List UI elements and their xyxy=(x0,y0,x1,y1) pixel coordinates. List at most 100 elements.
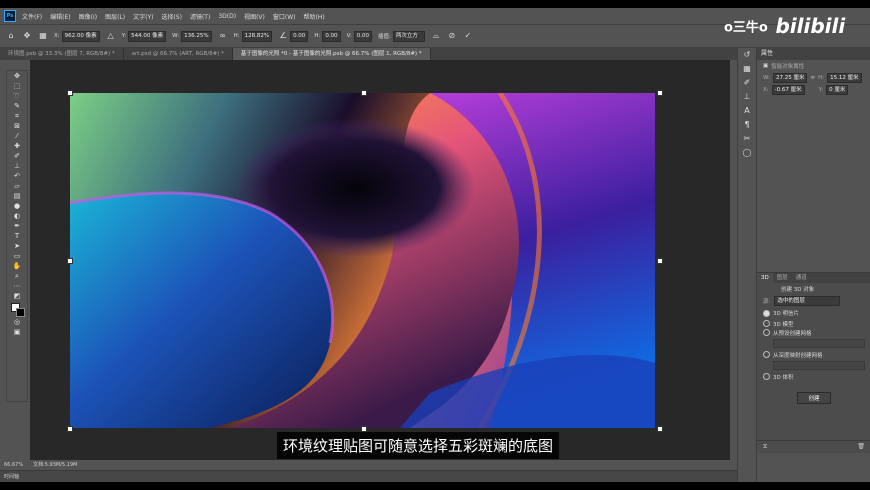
tab-channels[interactable]: 通道 xyxy=(792,273,811,283)
transform-handle-mr[interactable] xyxy=(657,258,663,264)
menu-select[interactable]: 选择(S) xyxy=(161,12,182,21)
tab-art[interactable]: art.psd @ 66.7% (ART, RGB/8#) * xyxy=(124,48,233,60)
screen-mode-icon[interactable]: ▣ xyxy=(7,327,27,337)
hand-icon[interactable]: ✋ xyxy=(7,261,27,271)
brush-icon[interactable]: ✐ xyxy=(7,151,27,161)
option-depth-map[interactable]: 从深度映射创建网格 xyxy=(757,350,870,359)
commit-transform-icon[interactable]: ✓ xyxy=(463,31,473,41)
healing-icon[interactable]: ✚ xyxy=(7,141,27,151)
clone-source-icon[interactable]: ⊥ xyxy=(738,90,756,104)
prop-x-field[interactable]: -0.67 厘米 xyxy=(771,85,805,95)
source-select[interactable]: 选中的图层 xyxy=(774,296,841,306)
transform-handle-br[interactable] xyxy=(657,426,663,432)
mesh-preset-field[interactable] xyxy=(773,339,865,348)
menu-file[interactable]: 文件(F) xyxy=(22,12,42,21)
paragraph-icon[interactable]: ¶ xyxy=(738,118,756,132)
transform-handle-tm[interactable] xyxy=(361,90,367,96)
crop-icon[interactable]: ⌗ xyxy=(7,111,27,121)
hskew-field[interactable]: 0.00 xyxy=(322,30,341,42)
history-icon[interactable]: ↺ xyxy=(738,48,756,62)
menu-3d[interactable]: 3D(D) xyxy=(218,13,236,20)
eraser-icon[interactable]: ▱ xyxy=(7,181,27,191)
radio-postcard-icon[interactable] xyxy=(763,309,770,317)
tab-layers[interactable]: 图层 xyxy=(773,273,792,283)
home-icon[interactable]: ⌂ xyxy=(6,31,16,41)
lasso-icon[interactable]: ➰ xyxy=(7,91,27,101)
link-icon[interactable]: ∞ xyxy=(218,31,228,41)
pen-icon[interactable]: ✒ xyxy=(7,221,27,231)
quick-select-icon[interactable]: ✎ xyxy=(7,101,27,111)
reference-point-icon[interactable]: ▦ xyxy=(38,31,48,41)
quick-mask-icon[interactable]: ◎ xyxy=(7,317,27,327)
eyedropper-icon[interactable]: ⁄ xyxy=(7,131,27,141)
width-field[interactable]: 136.25% xyxy=(181,30,212,42)
zoom-level[interactable]: 66.67% xyxy=(4,460,23,470)
delta-icon[interactable]: △ xyxy=(106,31,116,41)
stamp-icon[interactable]: ⊥ xyxy=(7,161,27,171)
radio-volume-icon[interactable] xyxy=(763,373,770,380)
dodge-icon[interactable]: ◐ xyxy=(7,211,27,221)
3d-material-icon[interactable]: ◯ xyxy=(738,146,756,160)
delete-icon[interactable]: 🗑 xyxy=(857,441,865,453)
menu-help[interactable]: 帮助(H) xyxy=(304,12,325,21)
brush-settings-icon[interactable]: ✐ xyxy=(738,76,756,90)
create-button[interactable]: 创建 xyxy=(797,392,831,404)
filter-icon[interactable]: ⧖ xyxy=(763,443,767,450)
swatches-icon[interactable]: ▦ xyxy=(738,62,756,76)
zoom-icon[interactable]: ⌕ xyxy=(7,271,27,281)
prop-width-field[interactable]: 27.25 厘米 xyxy=(772,73,808,83)
option-model[interactable]: 3D 模型 xyxy=(757,319,870,328)
move-tool-icon[interactable]: ✥ xyxy=(22,31,32,41)
photoshop-logo-icon[interactable]: Ps xyxy=(4,10,16,22)
tab-image-based-lighting[interactable]: 基于图像的光照 *0 - 基于图像的光照.psb @ 66.7% (图层 1, … xyxy=(232,48,431,60)
x-field[interactable]: 962.00 像素 xyxy=(61,30,100,42)
prop-height-field[interactable]: 15.12 厘米 xyxy=(827,73,862,83)
marquee-icon[interactable]: ⬚ xyxy=(7,81,27,91)
vskew-field[interactable]: 0.00 xyxy=(353,30,372,42)
menu-edit[interactable]: 编辑(E) xyxy=(50,12,70,21)
tab-environment[interactable]: 环境图.psb @ 33.3% (图层 7, RGB/8#) * xyxy=(0,48,124,60)
transform-handle-bl[interactable] xyxy=(67,426,73,432)
option-postcard[interactable]: 3D 明信片 xyxy=(757,307,870,319)
path-select-icon[interactable]: ➤ xyxy=(7,241,27,251)
radio-model-icon[interactable] xyxy=(763,320,770,327)
height-field[interactable]: 128.82% xyxy=(241,30,273,42)
tab-3d[interactable]: 3D xyxy=(757,273,773,283)
character-icon[interactable]: A xyxy=(738,104,756,118)
radio-mesh-preset-icon[interactable] xyxy=(763,329,770,336)
menu-filter[interactable]: 滤镜(T) xyxy=(190,12,210,21)
more-tools-icon[interactable]: ⋯ xyxy=(7,281,27,291)
color-swatch-icon[interactable] xyxy=(7,301,27,317)
canvas-workspace[interactable] xyxy=(30,60,730,464)
properties-tab[interactable]: 属性 xyxy=(757,48,870,60)
menu-layer[interactable]: 图层(L) xyxy=(105,12,125,21)
warp-icon[interactable]: ⌓ xyxy=(431,31,441,41)
transform-handle-tr[interactable] xyxy=(657,90,663,96)
timeline-label[interactable]: 时间轴 xyxy=(4,474,19,480)
option-mesh-preset[interactable]: 从预设创建网格 xyxy=(757,328,870,337)
tools-settings-icon[interactable]: ✂ xyxy=(738,132,756,146)
prop-y-field[interactable]: 0 厘米 xyxy=(826,85,849,95)
radio-depth-map-icon[interactable] xyxy=(763,351,770,358)
type-icon[interactable]: T xyxy=(7,231,27,241)
interpolation-select[interactable]: 两次立方 xyxy=(392,30,425,42)
y-field[interactable]: 544.00 像素 xyxy=(128,30,167,42)
menu-type[interactable]: 文字(Y) xyxy=(133,12,153,21)
history-brush-icon[interactable]: ↶ xyxy=(7,171,27,181)
angle-field[interactable]: 0.00 xyxy=(290,30,309,42)
transform-handle-ml[interactable] xyxy=(67,258,73,264)
menu-window[interactable]: 窗口(W) xyxy=(273,12,296,21)
blur-icon[interactable]: ● xyxy=(7,201,27,211)
cancel-transform-icon[interactable]: ⊘ xyxy=(447,31,457,41)
gradient-icon[interactable]: ▤ xyxy=(7,191,27,201)
abstract-gradient-image[interactable] xyxy=(70,93,655,428)
menu-view[interactable]: 视图(V) xyxy=(244,12,265,21)
move-icon[interactable]: ✥ xyxy=(7,71,27,81)
option-volume[interactable]: 3D 体积 xyxy=(757,372,870,381)
depth-map-field[interactable] xyxy=(773,361,865,370)
document-size[interactable]: 文档:5.93M/5.19M xyxy=(33,460,77,470)
prop-link-icon[interactable]: ∞ xyxy=(810,75,815,81)
rectangle-icon[interactable]: ▭ xyxy=(7,251,27,261)
default-colors-icon[interactable]: ◩ xyxy=(7,291,27,301)
menu-image[interactable]: 图像(I) xyxy=(79,12,97,21)
